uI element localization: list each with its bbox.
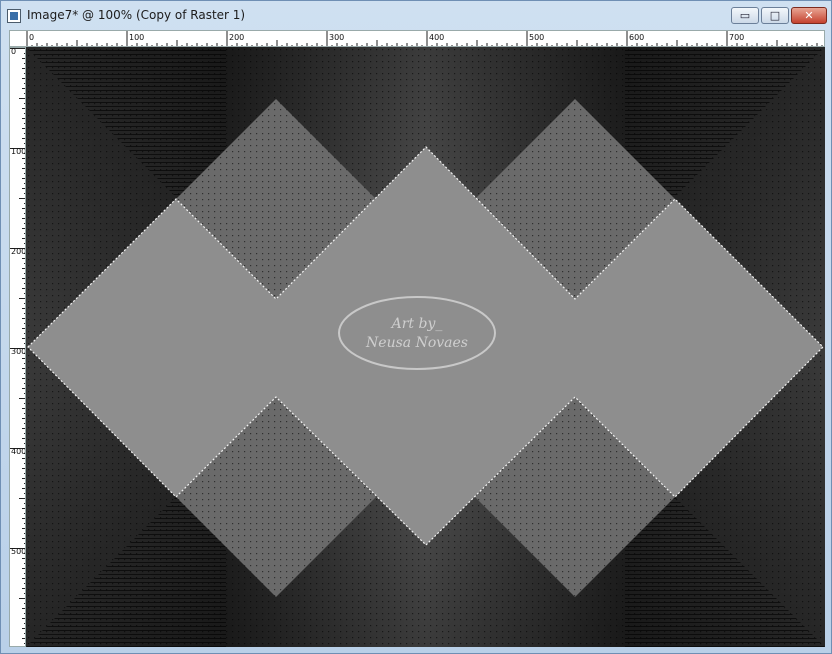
ruler-label-h-700: 700	[729, 33, 744, 42]
ruler-label-h-300: 300	[329, 33, 344, 42]
window-title: Image7* @ 100% (Copy of Raster 1)	[27, 8, 246, 22]
ruler-label-v-500: 500	[11, 547, 26, 556]
ruler-label-h-600: 600	[629, 33, 644, 42]
ruler-label-h-500: 500	[529, 33, 544, 42]
ruler-label-v-0: 0	[11, 48, 16, 56]
ruler-label-v-400: 400	[11, 447, 26, 456]
horizontal-ruler-ticks: 0 100 200 300 400 500 600 700	[26, 31, 823, 46]
image-canvas[interactable]: Art by_ Neusa Novaes	[26, 47, 825, 647]
image-window: Image7* @ 100% (Copy of Raster 1) ▭ □ ✕ …	[0, 0, 832, 654]
ruler-label-v-100: 100	[11, 147, 26, 156]
vertical-ruler: 0 100 200 300 400 500	[9, 47, 26, 647]
ruler-label-h-100: 100	[129, 33, 144, 42]
minimize-button[interactable]: ▭	[731, 7, 759, 24]
artwork: Art by_ Neusa Novaes	[26, 47, 825, 647]
ruler-label-v-300: 300	[11, 347, 26, 356]
close-button[interactable]: ✕	[791, 7, 827, 24]
ruler-label-v-200: 200	[11, 247, 26, 256]
vertical-ruler-ticks: 0 100 200 300 400 500	[10, 48, 26, 644]
ruler-label-h-0: 0	[29, 33, 34, 42]
watermark-line2: Neusa Novaes	[365, 335, 468, 351]
ruler-label-h-200: 200	[229, 33, 244, 42]
watermark-line1: Art by_	[390, 316, 443, 332]
image-document-icon[interactable]	[7, 9, 21, 23]
maximize-button[interactable]: □	[761, 7, 789, 24]
horizontal-ruler: 0 100 200 300 400 500 600 700	[9, 30, 825, 47]
ruler-label-h-400: 400	[429, 33, 444, 42]
title-bar[interactable]: Image7* @ 100% (Copy of Raster 1) ▭ □ ✕	[1, 1, 831, 31]
